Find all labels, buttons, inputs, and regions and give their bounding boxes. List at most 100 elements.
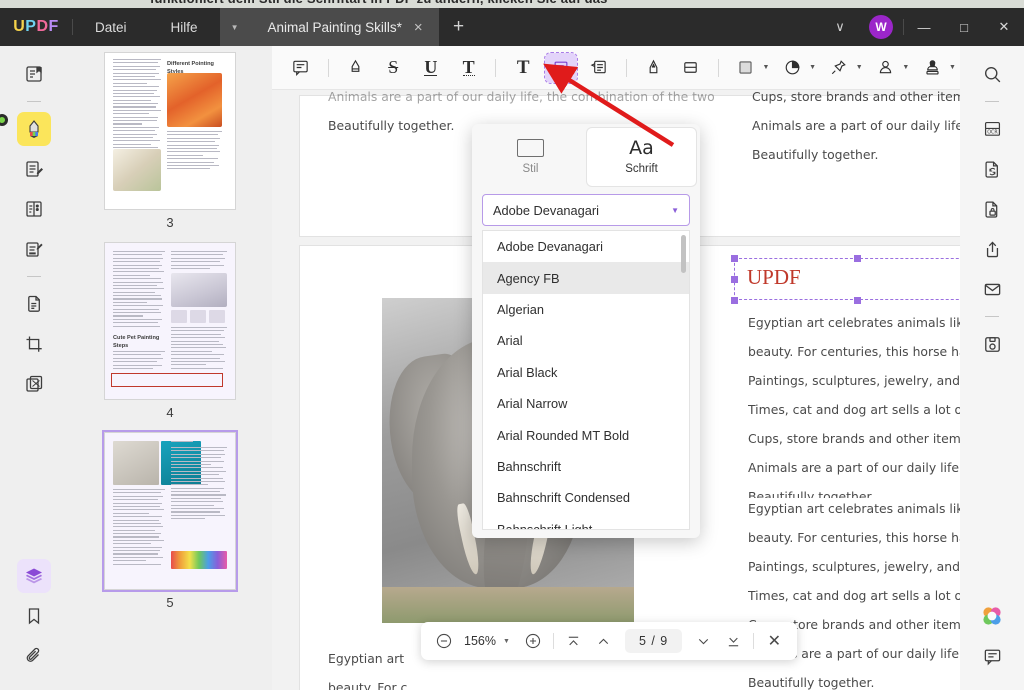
font-option-list[interactable]: Adobe Devanagari Agency FB Algerian Aria… [482, 230, 690, 530]
maximize-button[interactable]: □ [944, 8, 984, 46]
font-select-input[interactable]: Adobe Devanagari ▼ [482, 194, 690, 226]
note-icon[interactable] [285, 53, 317, 83]
chevron-down-icon[interactable]: ▼ [671, 206, 679, 215]
sidebar-item-layers[interactable] [17, 559, 51, 593]
updf-logo[interactable]: UPDF [0, 8, 72, 46]
font-option-0[interactable]: Adobe Devanagari [483, 231, 689, 262]
zoom-out-button[interactable] [429, 626, 459, 656]
thumbnail-item-5[interactable]: 5 [68, 432, 272, 622]
avatar[interactable]: W [869, 15, 893, 39]
sidebar-item-protect[interactable] [17, 367, 51, 401]
thumbnail-item-3[interactable]: Different Pointing Styles [68, 52, 272, 242]
new-tab-button[interactable]: + [439, 8, 479, 46]
font-option-3[interactable]: Arial [483, 325, 689, 356]
sidebar-item-organize-pages[interactable] [17, 192, 51, 226]
document-tab[interactable]: Animal Painting Skills* × [250, 8, 439, 46]
font-option-4[interactable]: Arial Black [483, 357, 689, 388]
updf-heading: UPDF [735, 259, 960, 290]
resize-handle-bc[interactable] [854, 297, 861, 304]
resize-handle-tl[interactable] [731, 255, 738, 262]
font-option-6[interactable]: Arial Rounded MT Bold [483, 419, 689, 450]
pin-caret-icon[interactable]: ▼ [856, 64, 863, 71]
tab-stil[interactable]: Stil [476, 128, 585, 186]
sidebar-item-crop[interactable] [17, 327, 51, 361]
resize-handle-bl[interactable] [731, 297, 738, 304]
close-zoombar-button[interactable]: ✕ [759, 626, 789, 656]
zoom-caret-icon[interactable]: ▼ [501, 638, 518, 645]
sidebar-item-form[interactable] [17, 232, 51, 266]
font-option-5[interactable]: Arial Narrow [483, 388, 689, 419]
font-option-1[interactable]: Agency FB [483, 262, 689, 293]
font-option-7[interactable]: Bahnschrift [483, 451, 689, 482]
next-page-button[interactable] [688, 626, 718, 656]
sidebar-item-edit-pdf[interactable] [17, 152, 51, 186]
sidebar-item-bookmark[interactable] [17, 599, 51, 633]
save-icon[interactable] [975, 327, 1009, 361]
thumbnail-page-5[interactable] [104, 432, 236, 590]
last-page-button[interactable] [718, 626, 748, 656]
minimize-button[interactable]: — [904, 8, 944, 46]
text-icon[interactable]: T [507, 53, 539, 83]
pin-icon[interactable] [823, 53, 855, 83]
zoom-toolbar[interactable]: 156% ▼ 5 / 9 [421, 622, 797, 660]
tab-schrift[interactable]: Aa Schrift [587, 128, 696, 186]
body2-line-7: Beautifully together. [748, 668, 960, 690]
email-icon[interactable] [975, 272, 1009, 306]
resize-handle-tc[interactable] [854, 255, 861, 262]
thumbnail-item-4[interactable]: Cute Pet Painting Steps [68, 242, 272, 432]
menu-hilfe[interactable]: Hilfe [149, 8, 220, 46]
body-line-1: Egyptian art celebrates animals like cat… [748, 308, 960, 337]
eraser-icon[interactable] [675, 53, 707, 83]
thumbnail-panel[interactable]: Different Pointing Styles [68, 46, 272, 690]
font-option-2[interactable]: Algerian [483, 294, 689, 325]
sticker-caret-icon[interactable]: ▼ [809, 64, 816, 71]
highlight-icon[interactable] [340, 53, 372, 83]
comment-icon[interactable] [975, 639, 1009, 673]
shape-caret-icon[interactable]: ▼ [762, 64, 769, 71]
share-icon[interactable] [975, 232, 1009, 266]
protect-icon[interactable] [975, 192, 1009, 226]
sticker-icon[interactable] [776, 53, 808, 83]
menu-datei[interactable]: Datei [73, 8, 149, 46]
stamp-icon[interactable] [916, 53, 948, 83]
ai-assistant-icon[interactable] [975, 599, 1009, 633]
convert-icon[interactable] [975, 152, 1009, 186]
resize-handle-ml[interactable] [731, 276, 738, 283]
background-text-strip: funktioniert dem Stil die Schriftart in … [0, 0, 1024, 8]
textbox-icon[interactable] [545, 53, 577, 83]
first-page-button[interactable] [559, 626, 589, 656]
underline-icon[interactable]: U [415, 53, 447, 83]
signature-caret-icon[interactable]: ▼ [902, 64, 909, 71]
shape-icon[interactable] [730, 53, 762, 83]
stamp-caret-icon[interactable]: ▼ [949, 64, 956, 71]
sidebar-item-reader[interactable] [17, 57, 51, 91]
zoombar-divider-2 [753, 633, 754, 649]
font-list-scrollbar[interactable] [681, 235, 686, 273]
signature-icon[interactable] [870, 53, 902, 83]
pencil-icon[interactable] [637, 53, 669, 83]
selected-text-box[interactable]: UPDF [734, 258, 960, 300]
sidebar-item-attachment[interactable] [17, 639, 51, 673]
thumbnail-page-4[interactable]: Cute Pet Painting Steps [104, 242, 236, 400]
thumbnail-page-3[interactable]: Different Pointing Styles [104, 52, 236, 210]
search-icon[interactable] [975, 57, 1009, 91]
zoom-level-label[interactable]: 156% [459, 634, 501, 648]
strikethrough-icon[interactable]: S [377, 53, 409, 83]
ocr-icon[interactable]: OCR [975, 112, 1009, 146]
body-line-2: beauty. For centuries, this horse has in… [748, 337, 960, 366]
font-option-9[interactable]: Bahnschrift Light [483, 514, 689, 530]
close-button[interactable]: ✕ [984, 8, 1024, 46]
prev-page-button[interactable] [589, 626, 619, 656]
font-properties-popup[interactable]: Stil Aa Schrift Adobe Devanagari ▼ Adobe… [472, 124, 700, 538]
page-indicator[interactable]: 5 / 9 [625, 629, 682, 653]
sidebar-item-convert[interactable] [17, 287, 51, 321]
zoombar-divider-1 [553, 633, 554, 649]
font-option-8[interactable]: Bahnschrift Condensed [483, 482, 689, 513]
sticky-note-icon[interactable] [583, 53, 615, 83]
close-tab-icon[interactable]: × [412, 19, 425, 36]
tab-list-caret-icon[interactable]: ▼ [220, 8, 250, 46]
chevron-down-icon[interactable]: ∨ [821, 8, 859, 46]
squiggly-underline-icon[interactable]: T [453, 53, 485, 83]
sidebar-item-comment[interactable] [17, 112, 51, 146]
zoom-in-button[interactable] [518, 626, 548, 656]
